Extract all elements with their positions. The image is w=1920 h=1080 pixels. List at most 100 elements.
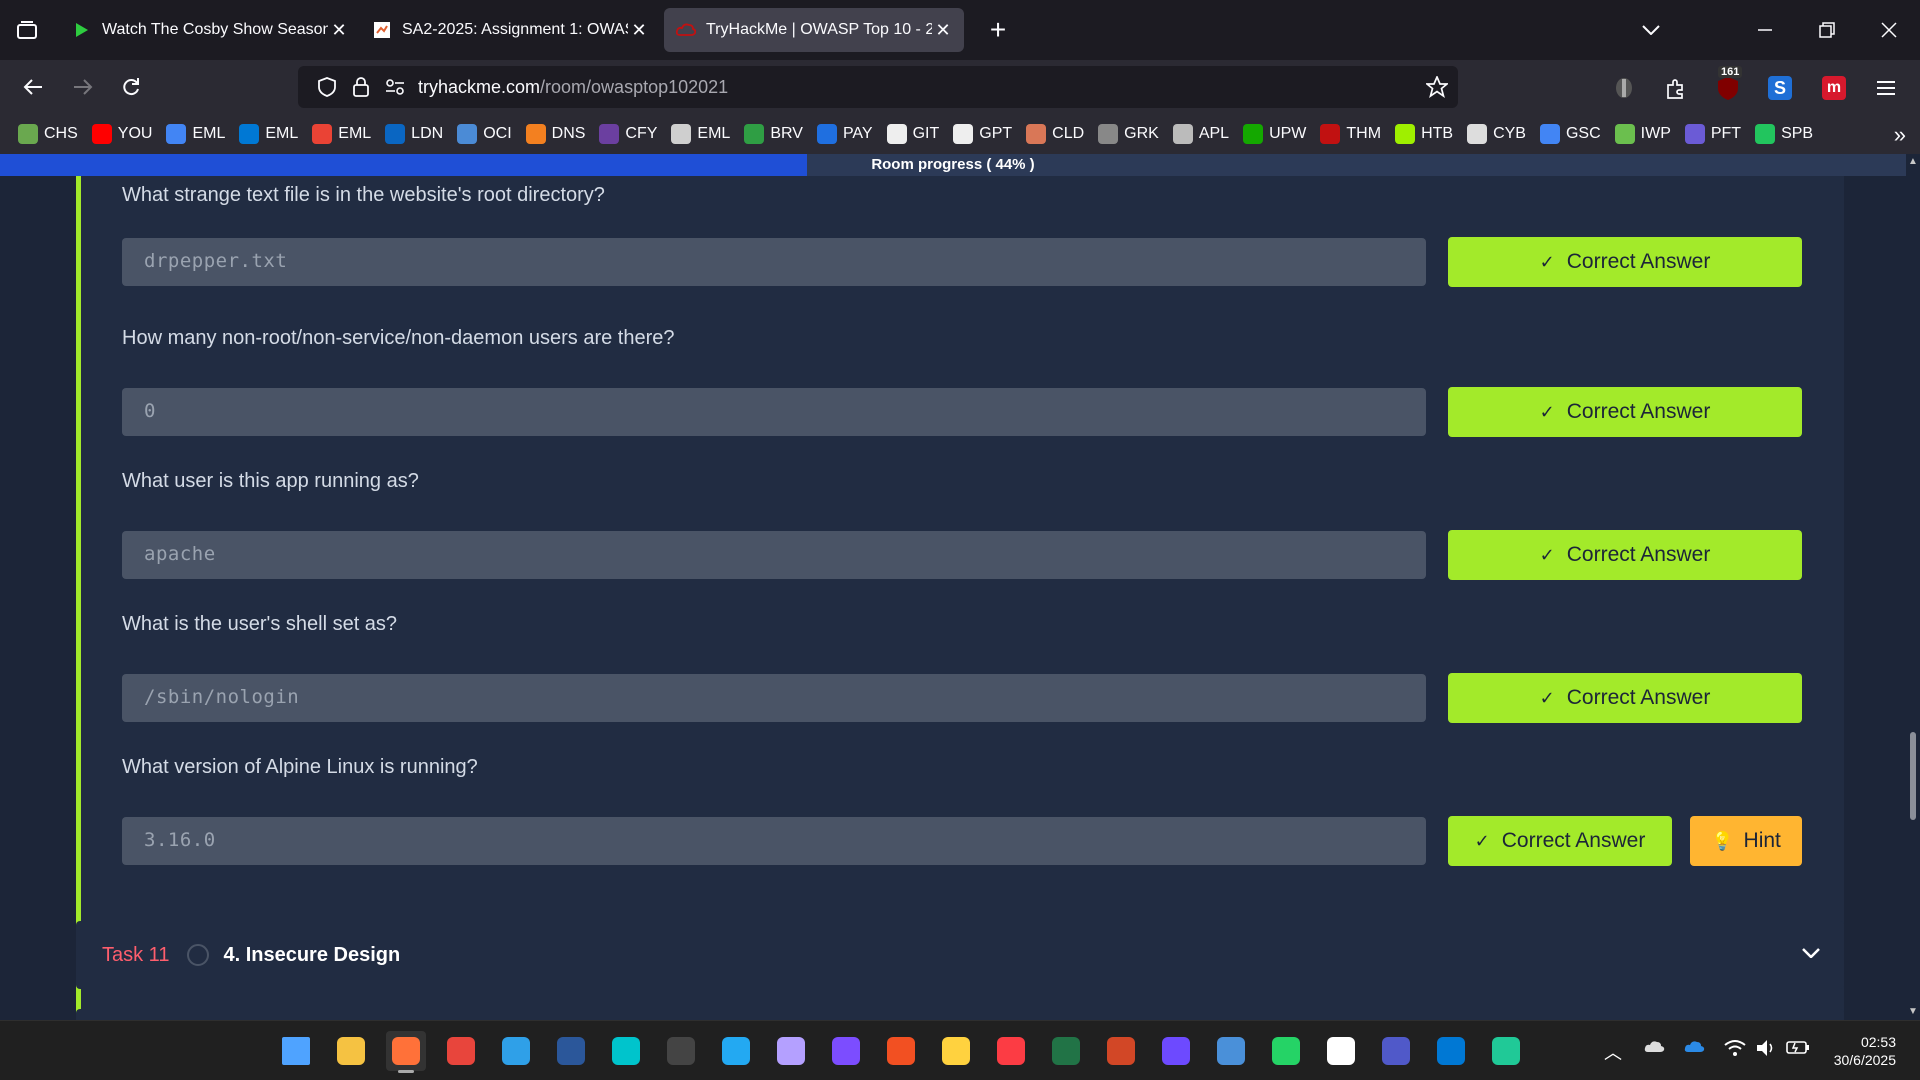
bookmark-iwp[interactable]: IWP bbox=[1614, 124, 1671, 144]
m-extension-icon[interactable]: m bbox=[1818, 72, 1850, 104]
correct-answer-button[interactable]: ✓ Correct Answer bbox=[1448, 387, 1802, 437]
chevron-down-icon[interactable] bbox=[1802, 941, 1820, 964]
bookmark-gpt[interactable]: GPT bbox=[953, 124, 1012, 144]
bookmark-oci[interactable]: OCI bbox=[457, 124, 512, 144]
new-tab-button[interactable]: + bbox=[976, 8, 1020, 52]
excel-icon[interactable] bbox=[1046, 1031, 1086, 1071]
proton-vpn-icon[interactable] bbox=[1156, 1031, 1196, 1071]
bookmark-star-icon[interactable] bbox=[1420, 71, 1454, 103]
store-icon[interactable] bbox=[881, 1031, 921, 1071]
powerpoint-icon[interactable] bbox=[1101, 1031, 1141, 1071]
bookmark-eml[interactable]: EML bbox=[166, 124, 225, 144]
bookmark-thm[interactable]: THM bbox=[1320, 124, 1381, 144]
bookmark-brv[interactable]: BRV bbox=[744, 124, 803, 144]
bookmark-ldn[interactable]: LDN bbox=[385, 124, 443, 144]
bookmark-eml[interactable]: EML bbox=[671, 124, 730, 144]
minimize-icon[interactable] bbox=[1734, 0, 1796, 60]
extension-mask-icon[interactable] bbox=[1608, 72, 1640, 104]
firefox-icon[interactable] bbox=[386, 1031, 426, 1073]
remote-desktop-icon[interactable] bbox=[1431, 1031, 1471, 1071]
bookmark-dns[interactable]: DNS bbox=[525, 124, 585, 144]
file-explorer-icon[interactable] bbox=[331, 1031, 371, 1071]
bookmark-cld[interactable]: CLD bbox=[1026, 124, 1084, 144]
notes-icon[interactable] bbox=[771, 1031, 811, 1071]
scroll-down-icon[interactable]: ▼ bbox=[1908, 1006, 1918, 1017]
menu-icon[interactable] bbox=[1870, 72, 1902, 104]
correct-answer-button[interactable]: ✓ Correct Answer bbox=[1448, 816, 1672, 866]
s-extension-icon[interactable]: S bbox=[1764, 72, 1796, 104]
answer-field[interactable]: 0 bbox=[122, 388, 1426, 436]
edge-icon[interactable] bbox=[496, 1031, 536, 1071]
permissions-icon[interactable] bbox=[378, 71, 412, 103]
system-clock[interactable]: 02:53 30/6/2025 bbox=[1834, 1033, 1896, 1069]
bookmark-chs[interactable]: CHS bbox=[18, 124, 78, 144]
answer-field[interactable]: drpepper.txt bbox=[122, 238, 1426, 286]
extensions-puzzle-icon[interactable] bbox=[1660, 72, 1692, 104]
chevron-down-icon[interactable] bbox=[1620, 0, 1682, 60]
answer-field[interactable]: 3.16.0 bbox=[122, 817, 1426, 865]
back-icon[interactable] bbox=[14, 68, 52, 106]
hint-button[interactable]: 💡 Hint bbox=[1690, 816, 1802, 866]
volume-icon[interactable] bbox=[1756, 1039, 1778, 1062]
scrollbar-thumb[interactable] bbox=[1910, 732, 1916, 820]
bookmark-spb[interactable]: SPB bbox=[1755, 124, 1813, 144]
bookmark-eml[interactable]: EML bbox=[312, 124, 371, 144]
tab-tryhackme[interactable]: TryHackMe | OWASP Top 10 - 20 ✕ bbox=[664, 8, 964, 52]
bookmark-pay[interactable]: PAY bbox=[816, 124, 873, 144]
window-close-icon[interactable] bbox=[1858, 0, 1920, 60]
wifi-icon[interactable] bbox=[1724, 1039, 1746, 1062]
close-icon[interactable]: ✕ bbox=[932, 20, 954, 41]
start-icon[interactable] bbox=[276, 1031, 316, 1071]
ublock-icon[interactable]: 161 bbox=[1712, 66, 1744, 104]
terminal-icon[interactable] bbox=[661, 1031, 701, 1071]
bookmark-htb[interactable]: HTB bbox=[1395, 124, 1453, 144]
correct-answer-button[interactable]: ✓ Correct Answer bbox=[1448, 530, 1802, 580]
bookmark-favicon-icon bbox=[1755, 124, 1776, 144]
bookmark-git[interactable]: GIT bbox=[886, 124, 939, 144]
reload-icon[interactable] bbox=[112, 68, 150, 106]
obsidian-icon[interactable] bbox=[826, 1031, 866, 1071]
canva-icon[interactable] bbox=[606, 1031, 646, 1071]
onedrive-icon[interactable] bbox=[1684, 1039, 1706, 1058]
bookmark-grk[interactable]: GRK bbox=[1098, 124, 1159, 144]
capcut-icon[interactable] bbox=[1321, 1031, 1361, 1071]
scroll-up-icon[interactable]: ▲ bbox=[1908, 156, 1918, 167]
bookmark-eml[interactable]: EML bbox=[239, 124, 298, 144]
shield-icon[interactable] bbox=[310, 71, 344, 103]
itunes-icon[interactable] bbox=[991, 1031, 1031, 1071]
close-icon[interactable]: ✕ bbox=[328, 20, 350, 41]
address-bar[interactable]: tryhackme.com/room/owasptop102021 bbox=[298, 66, 1458, 108]
battery-icon[interactable] bbox=[1786, 1039, 1810, 1060]
correct-answer-button[interactable]: ✓ Correct Answer bbox=[1448, 237, 1802, 287]
correct-answer-button[interactable]: ✓ Correct Answer bbox=[1448, 673, 1802, 723]
cloud-icon[interactable] bbox=[1644, 1039, 1666, 1058]
word-icon[interactable] bbox=[551, 1031, 591, 1071]
answer-field[interactable]: apache bbox=[122, 531, 1426, 579]
restore-icon[interactable] bbox=[1796, 0, 1858, 60]
lock-icon[interactable] bbox=[344, 71, 378, 103]
vscode-icon[interactable] bbox=[716, 1031, 756, 1071]
bookmark-cyb[interactable]: CYB bbox=[1467, 124, 1526, 144]
scrollbar-track[interactable] bbox=[1906, 154, 1920, 1020]
bookmark-apl[interactable]: APL bbox=[1172, 124, 1229, 144]
chrome-icon[interactable] bbox=[441, 1031, 481, 1071]
chevron-up-icon[interactable]: ︿ bbox=[1604, 1039, 1622, 1065]
teams-icon[interactable] bbox=[1376, 1031, 1416, 1071]
app-icon[interactable] bbox=[1486, 1031, 1526, 1071]
tab-assignment[interactable]: SA2-2025: Assignment 1: OWASP ✕ bbox=[360, 8, 660, 52]
tab-cosby[interactable]: Watch The Cosby Show Season 2 ✕ bbox=[60, 8, 360, 52]
bookmarks-overflow-icon[interactable]: » bbox=[1894, 122, 1906, 148]
todo-icon[interactable] bbox=[936, 1031, 976, 1071]
answer-field[interactable]: /sbin/nologin bbox=[122, 674, 1426, 722]
bookmark-upw[interactable]: UPW bbox=[1243, 124, 1306, 144]
bookmark-cfy[interactable]: CFY bbox=[599, 124, 657, 144]
notepad-icon[interactable] bbox=[1211, 1031, 1251, 1071]
bookmark-gsc[interactable]: GSC bbox=[1539, 124, 1601, 144]
close-icon[interactable]: ✕ bbox=[628, 20, 650, 41]
bookmark-you[interactable]: YOU bbox=[91, 124, 152, 144]
whatsapp-icon[interactable] bbox=[1266, 1031, 1306, 1071]
tab-list-icon[interactable] bbox=[0, 0, 54, 60]
bookmark-pft[interactable]: PFT bbox=[1684, 124, 1741, 144]
task-11-header[interactable]: Task 11 4. Insecure Design bbox=[76, 921, 1844, 989]
forward-icon[interactable] bbox=[64, 68, 102, 106]
